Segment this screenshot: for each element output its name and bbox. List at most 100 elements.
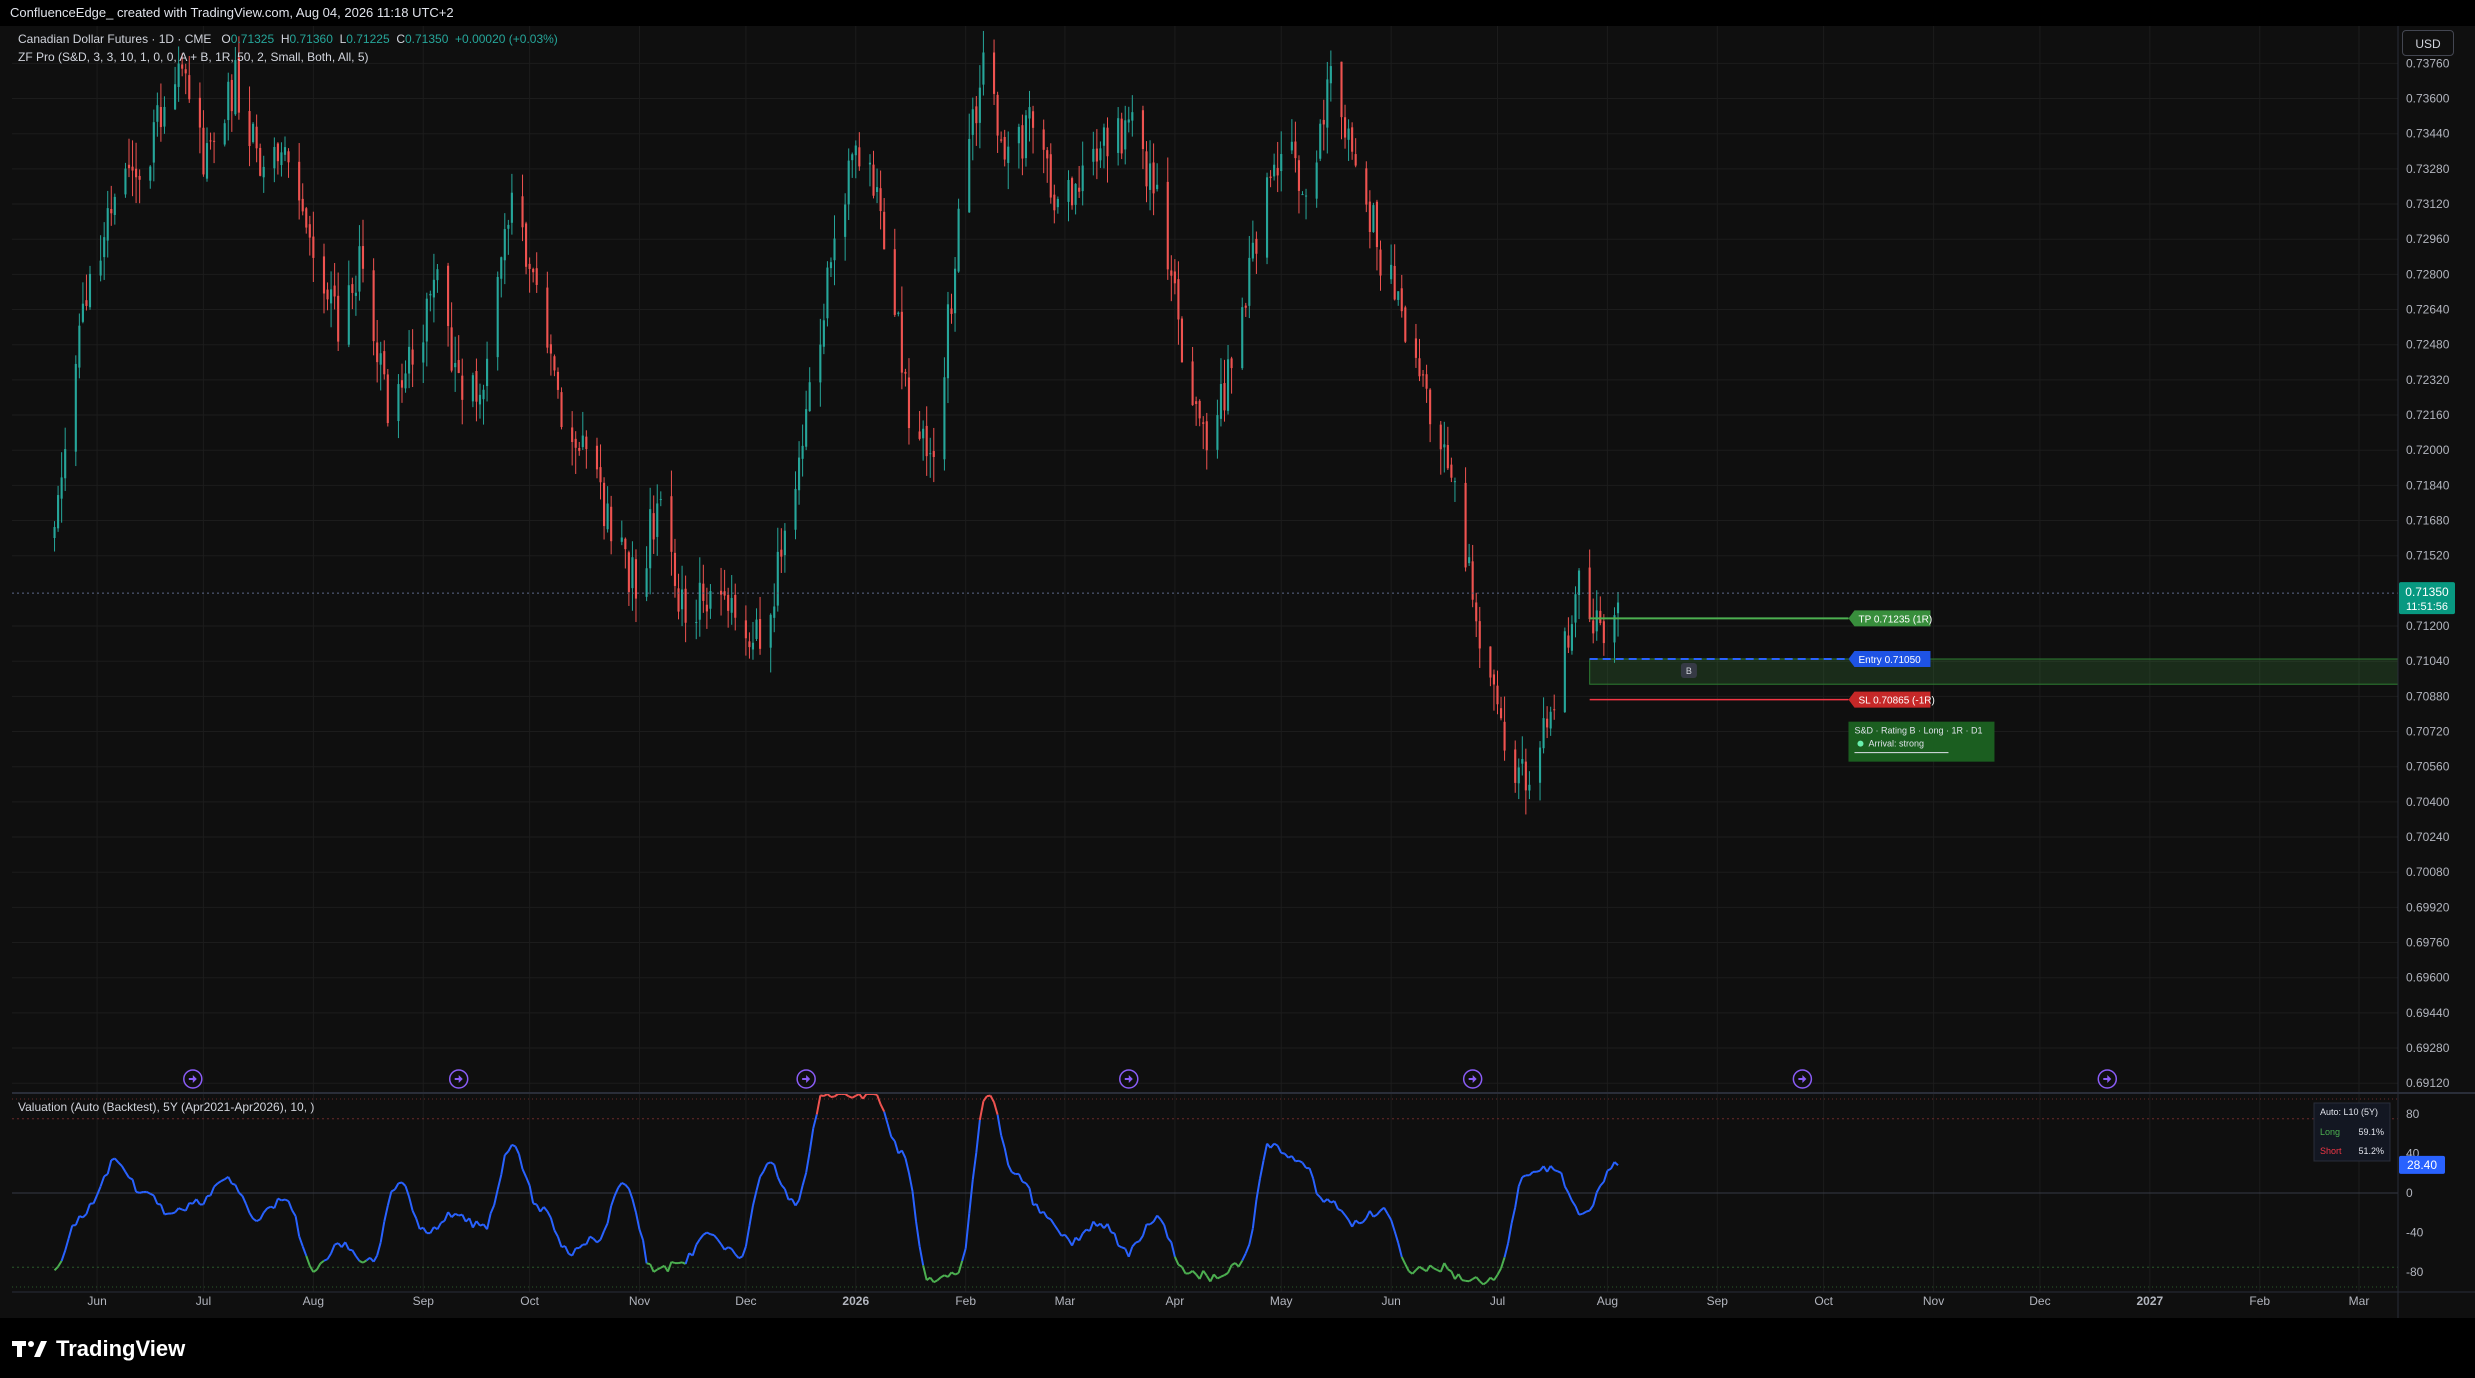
osc-segment — [1578, 1212, 1583, 1216]
candle-body — [1290, 141, 1293, 151]
candle-body — [879, 188, 882, 212]
candle-body — [1173, 271, 1176, 284]
candle-body — [844, 204, 847, 237]
candle-body — [1265, 177, 1269, 258]
candle-body — [929, 453, 932, 455]
candle-body — [755, 619, 758, 639]
symbol-legend[interactable]: Canadian Dollar Futures · 1D · CME O0.71… — [18, 32, 558, 46]
oscillator-legend[interactable]: Valuation (Auto (Backtest), 5Y (Apr2021-… — [18, 1100, 314, 1114]
candle-body — [450, 327, 453, 371]
candle-body — [461, 375, 464, 400]
candle-body — [968, 138, 971, 213]
osc-segment — [848, 1095, 853, 1099]
indicator-legend[interactable]: ZF Pro (S&D, 3, 3, 10, 1, 0, 0, A + B, 1… — [18, 50, 369, 64]
x-tick-label: Oct — [520, 1294, 539, 1308]
osc-segment — [873, 1093, 878, 1096]
candle-body — [748, 641, 751, 648]
change-value: +0.00020 (+0.03%) — [455, 32, 558, 46]
chart-canvas[interactable]: TP 0.71235 (1R) Entry 0.71050 SL 0.70865 (… — [0, 0, 2475, 1318]
osc-segment — [1585, 1209, 1590, 1213]
candle-body — [868, 162, 872, 165]
candle-body — [127, 164, 131, 169]
candle-body — [875, 187, 879, 193]
candle-body — [1322, 119, 1325, 125]
candle-body — [156, 105, 159, 122]
osc-tick-label: -40 — [2406, 1226, 2424, 1240]
candle-body — [273, 146, 276, 169]
candle-body — [152, 122, 155, 163]
candle-body — [730, 597, 733, 613]
current-price-value: 0.71350 — [2405, 585, 2449, 599]
candle-body — [376, 342, 379, 363]
candle-body — [751, 642, 755, 650]
candle-body — [1056, 198, 1059, 208]
candle-body — [709, 591, 712, 609]
candle-body — [727, 594, 730, 611]
candle-body — [500, 257, 503, 279]
candle-body — [255, 126, 258, 149]
candle-body — [1492, 674, 1496, 685]
candle-body — [734, 594, 737, 618]
candle-body — [209, 140, 212, 142]
candle-body — [1616, 602, 1620, 614]
candle-body — [135, 168, 138, 178]
demand-zone — [1589, 658, 2399, 685]
candle-body — [337, 295, 340, 342]
candle-body — [624, 538, 627, 550]
candle-body — [627, 552, 630, 593]
candle-body — [978, 87, 981, 123]
currency-button[interactable]: USD — [2402, 30, 2454, 56]
candle-body — [943, 377, 946, 460]
candle-body — [950, 308, 953, 314]
price-tick-label: 0.70880 — [2406, 689, 2450, 703]
candle-body — [383, 351, 386, 375]
candle-body — [1542, 718, 1545, 749]
candle-body — [305, 208, 308, 228]
osc-segment — [820, 1094, 825, 1098]
candle-body — [904, 371, 907, 374]
osc-current-value: 28.40 — [2407, 1158, 2437, 1172]
candle-body — [1273, 164, 1276, 177]
candle-body — [1595, 610, 1598, 632]
candle-body — [213, 140, 216, 142]
candle-body — [326, 289, 329, 300]
high-value: 0.71360 — [289, 32, 333, 46]
candle-body — [1599, 610, 1602, 624]
candle-body — [131, 166, 134, 171]
candle-body — [982, 52, 985, 85]
candle-body — [308, 224, 311, 238]
candle-body — [702, 583, 705, 601]
candle-body — [922, 428, 925, 439]
candle-body — [425, 298, 428, 342]
candle-body — [858, 147, 861, 167]
candle-body — [103, 237, 106, 258]
osc-segment — [206, 1194, 211, 1198]
candle-body — [525, 223, 528, 267]
price-tick-label: 0.73280 — [2406, 162, 2450, 176]
candle-body — [1099, 148, 1102, 161]
candle-body — [1024, 115, 1028, 159]
stats-short-value: 51.2% — [2358, 1146, 2384, 1156]
candle-body — [1400, 288, 1403, 312]
osc-tick-label: -80 — [2406, 1265, 2424, 1279]
candle-body — [1095, 148, 1098, 162]
tradingview-logo[interactable]: TradingView — [12, 1336, 185, 1362]
symbol-name: Canadian Dollar Futures · 1D · CME — [18, 32, 212, 46]
candle-body — [992, 52, 996, 94]
candle-body — [560, 392, 563, 428]
tradingview-logo-icon — [12, 1341, 47, 1357]
candle-body — [556, 371, 560, 390]
candle-body — [181, 64, 184, 69]
chart-header: ConfluenceEdge_ created with TradingView… — [0, 0, 2475, 26]
candle-body — [177, 63, 180, 87]
candle-body — [106, 208, 109, 241]
setup-info-title: S&D · Rating B · Long · 1R · D1 — [1854, 726, 1982, 736]
candle-body — [1429, 389, 1432, 425]
candle-body — [819, 344, 822, 383]
candle-body — [1269, 176, 1272, 179]
candle-body — [549, 344, 552, 354]
candle-body — [64, 449, 67, 479]
candle-body — [1120, 118, 1123, 154]
candle-body — [1326, 79, 1329, 128]
candle-body — [1329, 66, 1332, 84]
